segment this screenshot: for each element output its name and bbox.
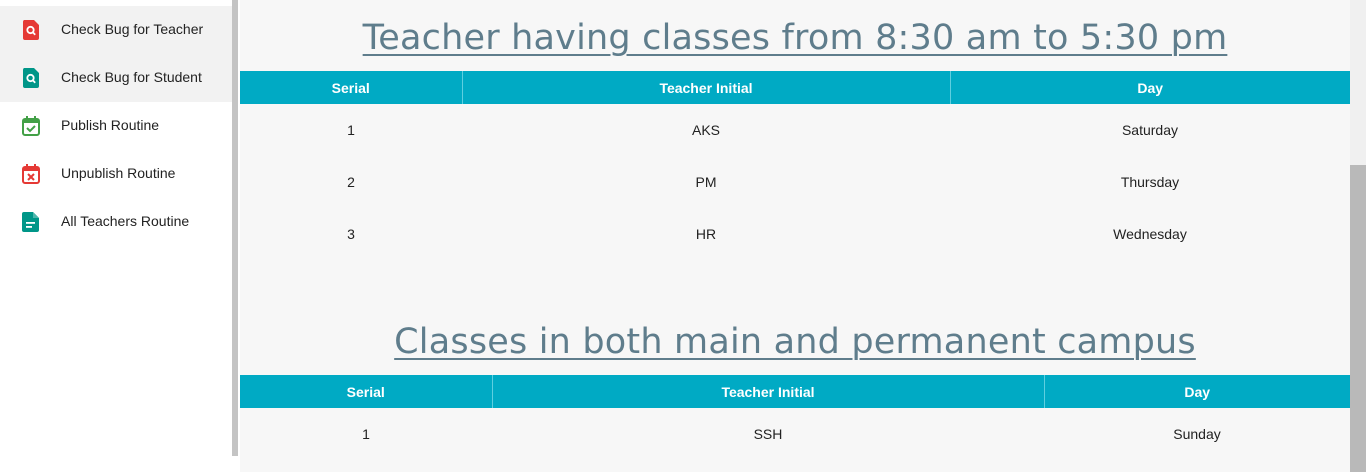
sidebar-item-publish-routine[interactable]: Publish Routine xyxy=(0,102,232,150)
main-content: Teacher having classes from 8:30 am to 5… xyxy=(240,0,1350,472)
teacher-initial-cell: SSH xyxy=(753,426,783,442)
serial-cell: 1 xyxy=(347,122,355,138)
sidebar-item-label: Check Bug for Student xyxy=(61,69,202,85)
day-cell: Thursday xyxy=(1120,174,1180,190)
search-document-icon xyxy=(22,20,39,40)
sidebar-item-label: All Teachers Routine xyxy=(61,213,190,229)
table-row: 1 SSH Sunday xyxy=(240,408,1350,460)
day-cell: Wednesday xyxy=(1113,226,1187,242)
serial-cell: 1 xyxy=(362,426,370,442)
teacher-initial-cell: AKS xyxy=(691,122,720,138)
serial-cell: 3 xyxy=(347,226,355,242)
column-header-serial[interactable]: Serial xyxy=(240,71,463,104)
table-row: 3 HR Wednesday xyxy=(240,208,1350,260)
column-header-serial[interactable]: Serial xyxy=(240,375,493,408)
search-document-icon xyxy=(22,68,39,88)
sidebar-scrollbar[interactable] xyxy=(232,0,238,456)
table-row: 2 PM Thursday xyxy=(240,156,1350,208)
column-header-teacher-initial[interactable]: Teacher Initial xyxy=(462,71,951,104)
sidebar-item-all-teachers-routine[interactable]: All Teachers Routine xyxy=(0,198,232,246)
sidebar-item-unpublish-routine[interactable]: Unpublish Routine xyxy=(0,150,232,198)
column-header-teacher-initial[interactable]: Teacher Initial xyxy=(492,375,1045,408)
both-campus-table: Serial Teacher Initial Day 1 SSH Sunday xyxy=(240,375,1350,460)
column-header-day[interactable]: Day xyxy=(1044,375,1350,408)
teacher-full-day-table: Serial Teacher Initial Day 1 AKS Saturda… xyxy=(240,71,1350,260)
calendar-check-icon xyxy=(22,116,40,136)
teacher-initial-cell: PM xyxy=(695,174,717,190)
table-header-row: Serial Teacher Initial Day xyxy=(240,375,1350,408)
table-row: 1 AKS Saturday xyxy=(240,104,1350,156)
sidebar-item-check-bug-student[interactable]: Check Bug for Student xyxy=(0,54,232,102)
day-cell: Saturday xyxy=(1121,122,1179,138)
serial-cell: 2 xyxy=(347,174,355,190)
sidebar-item-label: Publish Routine xyxy=(61,117,160,133)
section-title-both-campus: Classes in both main and permanent campu… xyxy=(394,322,1196,362)
section-title-full-day: Teacher having classes from 8:30 am to 5… xyxy=(362,18,1228,58)
sidebar: Check Bug for Teacher Check Bug for Stud… xyxy=(0,0,232,472)
column-header-day[interactable]: Day xyxy=(950,71,1350,104)
day-cell: Sunday xyxy=(1173,426,1221,442)
sidebar-item-label: Check Bug for Teacher xyxy=(61,21,204,37)
document-icon xyxy=(22,212,39,232)
table-header-row: Serial Teacher Initial Day xyxy=(240,71,1350,104)
sidebar-item-label: Unpublish Routine xyxy=(61,165,176,181)
calendar-x-icon xyxy=(22,164,40,184)
sidebar-item-check-bug-teacher[interactable]: Check Bug for Teacher xyxy=(0,6,232,54)
teacher-initial-cell: HR xyxy=(695,226,717,242)
page-scrollbar-thumb[interactable] xyxy=(1350,165,1366,472)
